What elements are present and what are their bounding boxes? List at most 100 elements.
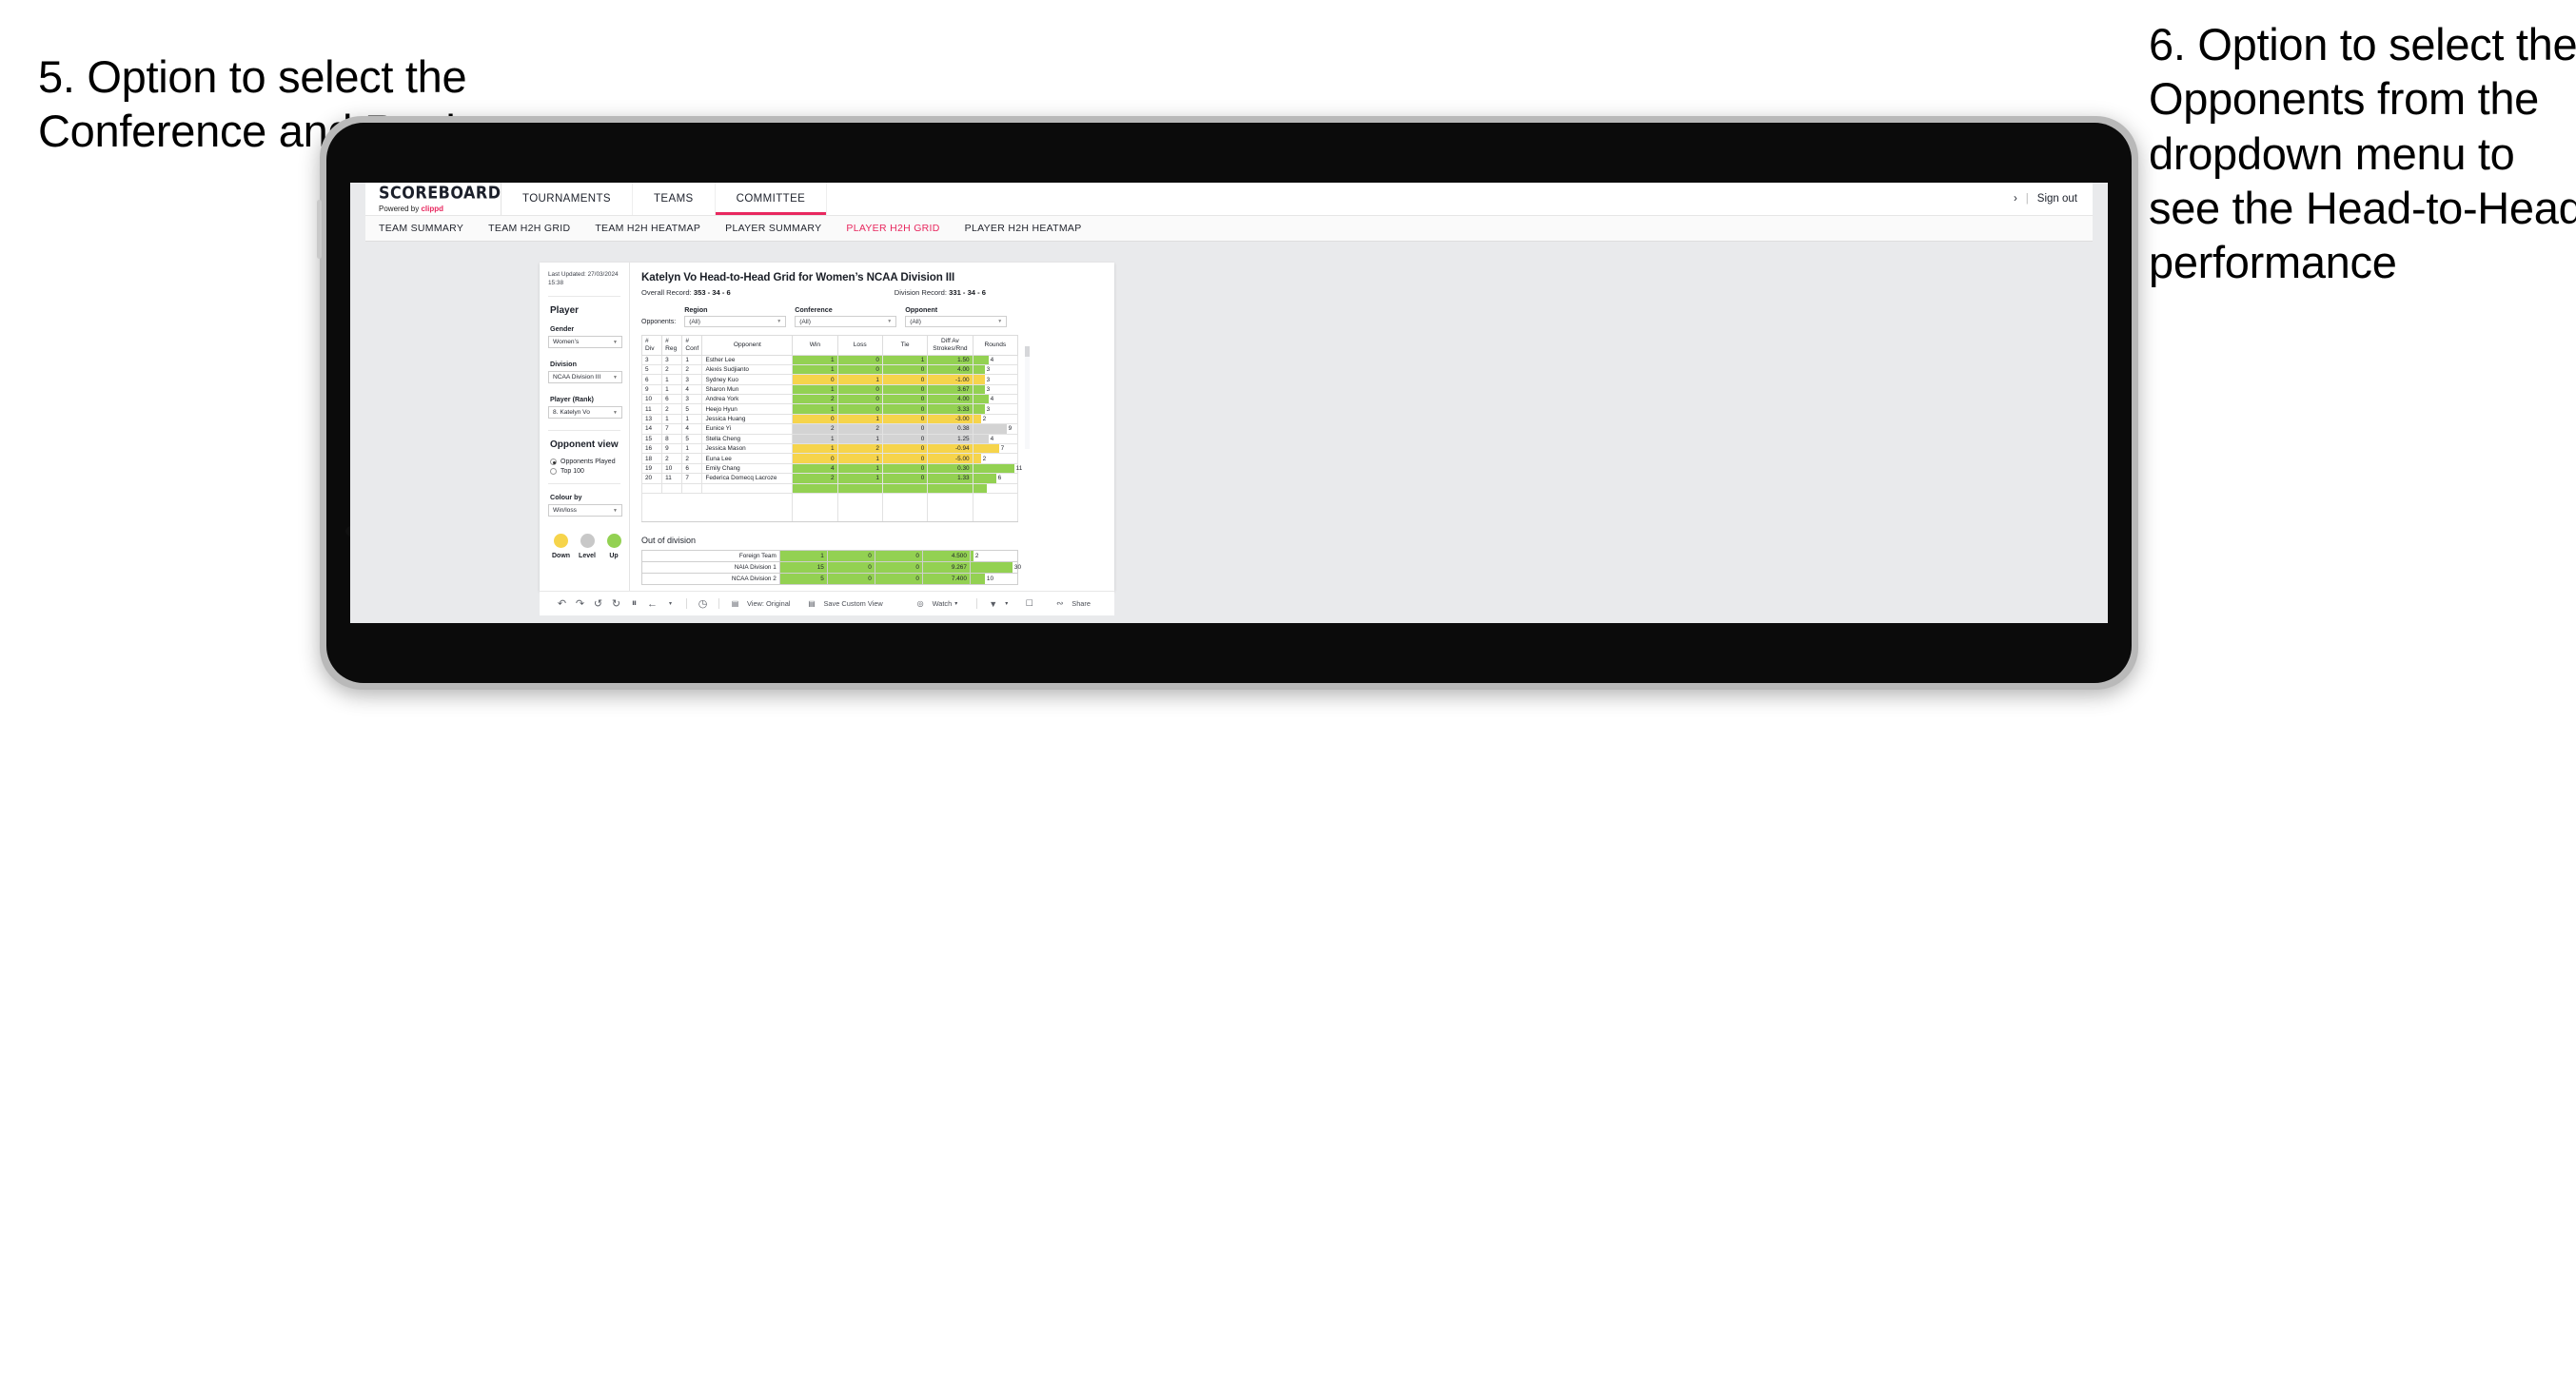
rounds-bar [973, 424, 1007, 434]
topnav-item-committee[interactable]: COMMITTEE [715, 183, 828, 215]
region-filter: Region (All) ▼ [684, 305, 787, 327]
region-select[interactable]: (All) ▼ [684, 316, 787, 327]
gender-select[interactable]: Women’s ▼ [548, 336, 622, 349]
conference-select[interactable]: (All) ▼ [795, 316, 897, 327]
subnav-item-player-h2h-heatmap[interactable]: PLAYER H2H HEATMAP [965, 223, 1082, 234]
table-row[interactable]: 6 1 3 Sydney Kuo 0 1 0 -1.00 3 [640, 374, 1019, 385]
player-rank-label: Player (Rank) [550, 395, 594, 404]
opponent-filters: Opponents: Region (All) ▼ Conference (Al… [641, 305, 1105, 327]
watch-button[interactable]: ◎ Watch ▾ [912, 599, 958, 608]
table-row[interactable]: 5 2 2 Alexis Sudjianto 1 0 0 4.00 3 [640, 363, 1019, 376]
refresh-icon[interactable]: ↻ [607, 597, 625, 610]
back-caret-icon[interactable]: ▾ [661, 600, 679, 607]
rounds-cell: 10 [969, 573, 1019, 585]
redo-icon[interactable]: ↷ [571, 597, 589, 610]
subnav-item-player-summary[interactable]: PLAYER SUMMARY [725, 223, 821, 234]
subnav-item-team-summary[interactable]: TEAM SUMMARY [379, 223, 463, 234]
table-header-row: # Div # Reg # Conf Opponent Win Loss Tie… [640, 335, 1019, 356]
radio-opponents-played[interactable]: Opponents Played [550, 459, 629, 466]
pause-icon[interactable]: ⏸ [625, 597, 643, 610]
division-select[interactable]: NCAA Division III ▼ [548, 371, 622, 384]
table-cell: 6 [661, 394, 683, 405]
topnav-item-tournaments[interactable]: TOURNAMENTS [501, 183, 633, 215]
out-of-division-row[interactable]: NCAA Division 2 5 0 0 7.400 10 [641, 573, 1019, 585]
out-of-division-row[interactable]: NAIA Division 1 15 0 0 9.267 30 [641, 561, 1021, 574]
topnav-item-teams[interactable]: TEAMS [633, 183, 716, 215]
table-cell: 9 [661, 443, 683, 455]
subnav-item-player-h2h-grid[interactable]: PLAYER H2H GRID [846, 223, 939, 234]
table-cell: 2 [681, 453, 703, 464]
table-row[interactable]: 18 2 2 Euna Lee 0 1 0 -5.00 2 [640, 453, 1019, 464]
player-rank-select[interactable]: 8. Katelyn Vo ▼ [548, 406, 622, 420]
share-button[interactable]: ∾ Share [1051, 598, 1091, 609]
table-cell: 0 [881, 433, 929, 445]
legend-label-level: Level [579, 553, 596, 560]
table-cell: Jessica Mason [701, 443, 794, 455]
table-cell: 1 [792, 403, 838, 415]
table-row[interactable]: 20 11 7 Federica Domecq Lacroze 2 1 0 1.33 6 [640, 473, 1019, 484]
undo-icon[interactable]: ↶ [553, 597, 571, 610]
rounds-bar [973, 364, 985, 375]
annotation-right: 6. Option to select the Opponents from t… [2149, 19, 2576, 288]
table-cell: 4.500 [921, 550, 971, 562]
table-row[interactable]: 16 9 1 Jessica Mason 1 2 0 -0.94 7 [640, 443, 1019, 455]
share-icon: ∾ [1055, 598, 1064, 608]
gender-label: Gender [550, 324, 575, 334]
table-row[interactable]: 14 7 4 Eunice Yi 2 2 0 0.38 9 [640, 423, 1019, 435]
table-row[interactable]: 19 10 6 Emily Chang 4 1 0 0.30 11 [640, 462, 1022, 475]
save-view-icon: ▤ [808, 599, 816, 608]
chevron-right-icon[interactable]: › [2014, 193, 2017, 205]
out-of-division-row[interactable]: Foreign Team 1 0 0 4.500 2 [641, 550, 1019, 562]
table-row[interactable]: 13 1 1 Jessica Huang 0 1 0 -3.00 2 [640, 413, 1019, 425]
table-cell: 4 [681, 423, 703, 435]
fullscreen-button[interactable]: ☐ [1020, 598, 1038, 609]
subnav-item-team-h2h-grid[interactable]: TEAM H2H GRID [488, 223, 570, 234]
col-win: Win [792, 335, 838, 356]
table-cell: Euna Lee [701, 453, 794, 464]
col-conf-hash: # [685, 338, 689, 344]
table-row[interactable]: 9 1 4 Sharon Mun 1 0 0 3.67 3 [640, 383, 1019, 396]
scoreboard-app: SCOREBOARD Powered by clippd TOURNAMENTS… [350, 183, 2108, 623]
table-cell: 2 [681, 363, 703, 376]
chevron-down-icon: ▾ [1005, 601, 1009, 607]
clock-icon[interactable]: ◷ [694, 597, 712, 610]
table-cell: Sydney Kuo [701, 374, 794, 385]
download-button[interactable]: ▼ ▾ [984, 599, 1008, 609]
colour-by-select[interactable]: Win/loss ▼ [548, 504, 622, 517]
table-cell: 2 [792, 394, 838, 405]
rounds-cell: 4 [972, 354, 1019, 365]
table-cell: 0 [836, 363, 883, 376]
view-icon: ▤ [731, 599, 739, 608]
save-custom-view-button[interactable]: ▤ Save Custom View [802, 599, 883, 608]
filters-sidebar: Last Updated: 27/03/2024 15:38 Player Ge… [540, 263, 630, 591]
table-row[interactable]: 15 8 5 Stella Cheng 1 1 0 1.25 4 [640, 433, 1019, 445]
table-row[interactable]: 10 6 3 Andrea York 2 0 0 4.00 4 [640, 394, 1019, 405]
rounds-bar [973, 434, 989, 444]
revert-icon[interactable]: ↺ [589, 597, 607, 610]
radio-top-100[interactable]: Top 100 [550, 468, 629, 476]
brand-logo[interactable]: SCOREBOARD Powered by clippd [365, 183, 501, 215]
chevron-down-icon: ▼ [613, 339, 618, 345]
rounds-cell: 6 [972, 473, 1019, 484]
table-cell: 0 [881, 462, 929, 475]
table-cell: Heejo Hyun [701, 403, 794, 415]
view-original-button[interactable]: ▤ View: Original [726, 599, 791, 608]
opponent-select[interactable]: (All) ▼ [905, 316, 1008, 327]
rounds-bar [973, 355, 989, 364]
division-record-label: Division Record: [894, 288, 948, 297]
power-button[interactable] [317, 200, 322, 259]
viz-toolbar-right: ◎ Watch ▾ ▼ ▾ ☐ ∾ Share [912, 598, 1114, 609]
table-cell: Eunice Yi [701, 423, 794, 435]
rounds-cell: 3 [972, 363, 1019, 376]
table-scrollbar[interactable] [1025, 346, 1030, 449]
table-row[interactable]: 11 2 5 Heejo Hyun 1 0 0 3.33 3 [640, 403, 1019, 415]
col-conf-text: Conf [685, 344, 699, 352]
table-cell: 1 [661, 413, 683, 425]
sign-out-link[interactable]: Sign out [2037, 193, 2077, 205]
player-rank-value: 8. Katelyn Vo [553, 409, 590, 417]
chevron-down-icon: ▼ [613, 409, 618, 416]
scrollbar-thumb[interactable] [1025, 346, 1030, 357]
back-icon[interactable]: ← [643, 598, 661, 610]
table-row[interactable]: 3 3 1 Esther Lee 1 0 1 1.50 4 [640, 354, 1019, 365]
subnav-item-team-h2h-heatmap[interactable]: TEAM H2H HEATMAP [595, 223, 700, 234]
